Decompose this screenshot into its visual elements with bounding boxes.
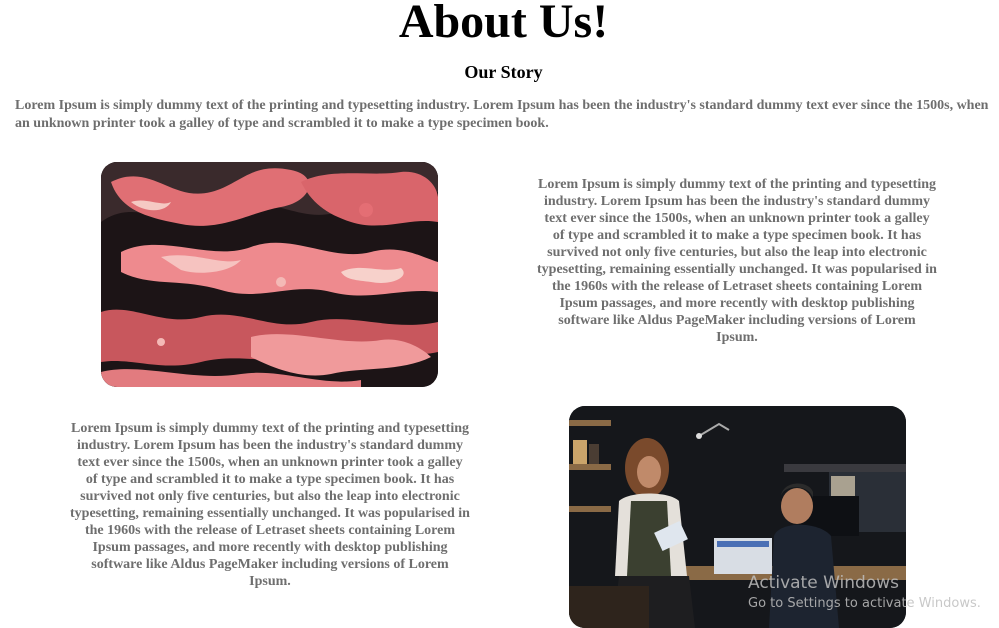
story-paragraph-right: Lorem Ipsum is simply dummy text of the … — [537, 177, 937, 345]
marble-artwork-image — [101, 162, 438, 387]
intro-paragraph: Lorem Ipsum is simply dummy text of the … — [15, 98, 989, 131]
page-title: About Us! — [398, 0, 609, 48]
section-heading-our-story: Our Story — [464, 62, 543, 82]
office-meeting-photo — [569, 406, 906, 628]
story-paragraph-left: Lorem Ipsum is simply dummy text of the … — [70, 421, 470, 589]
